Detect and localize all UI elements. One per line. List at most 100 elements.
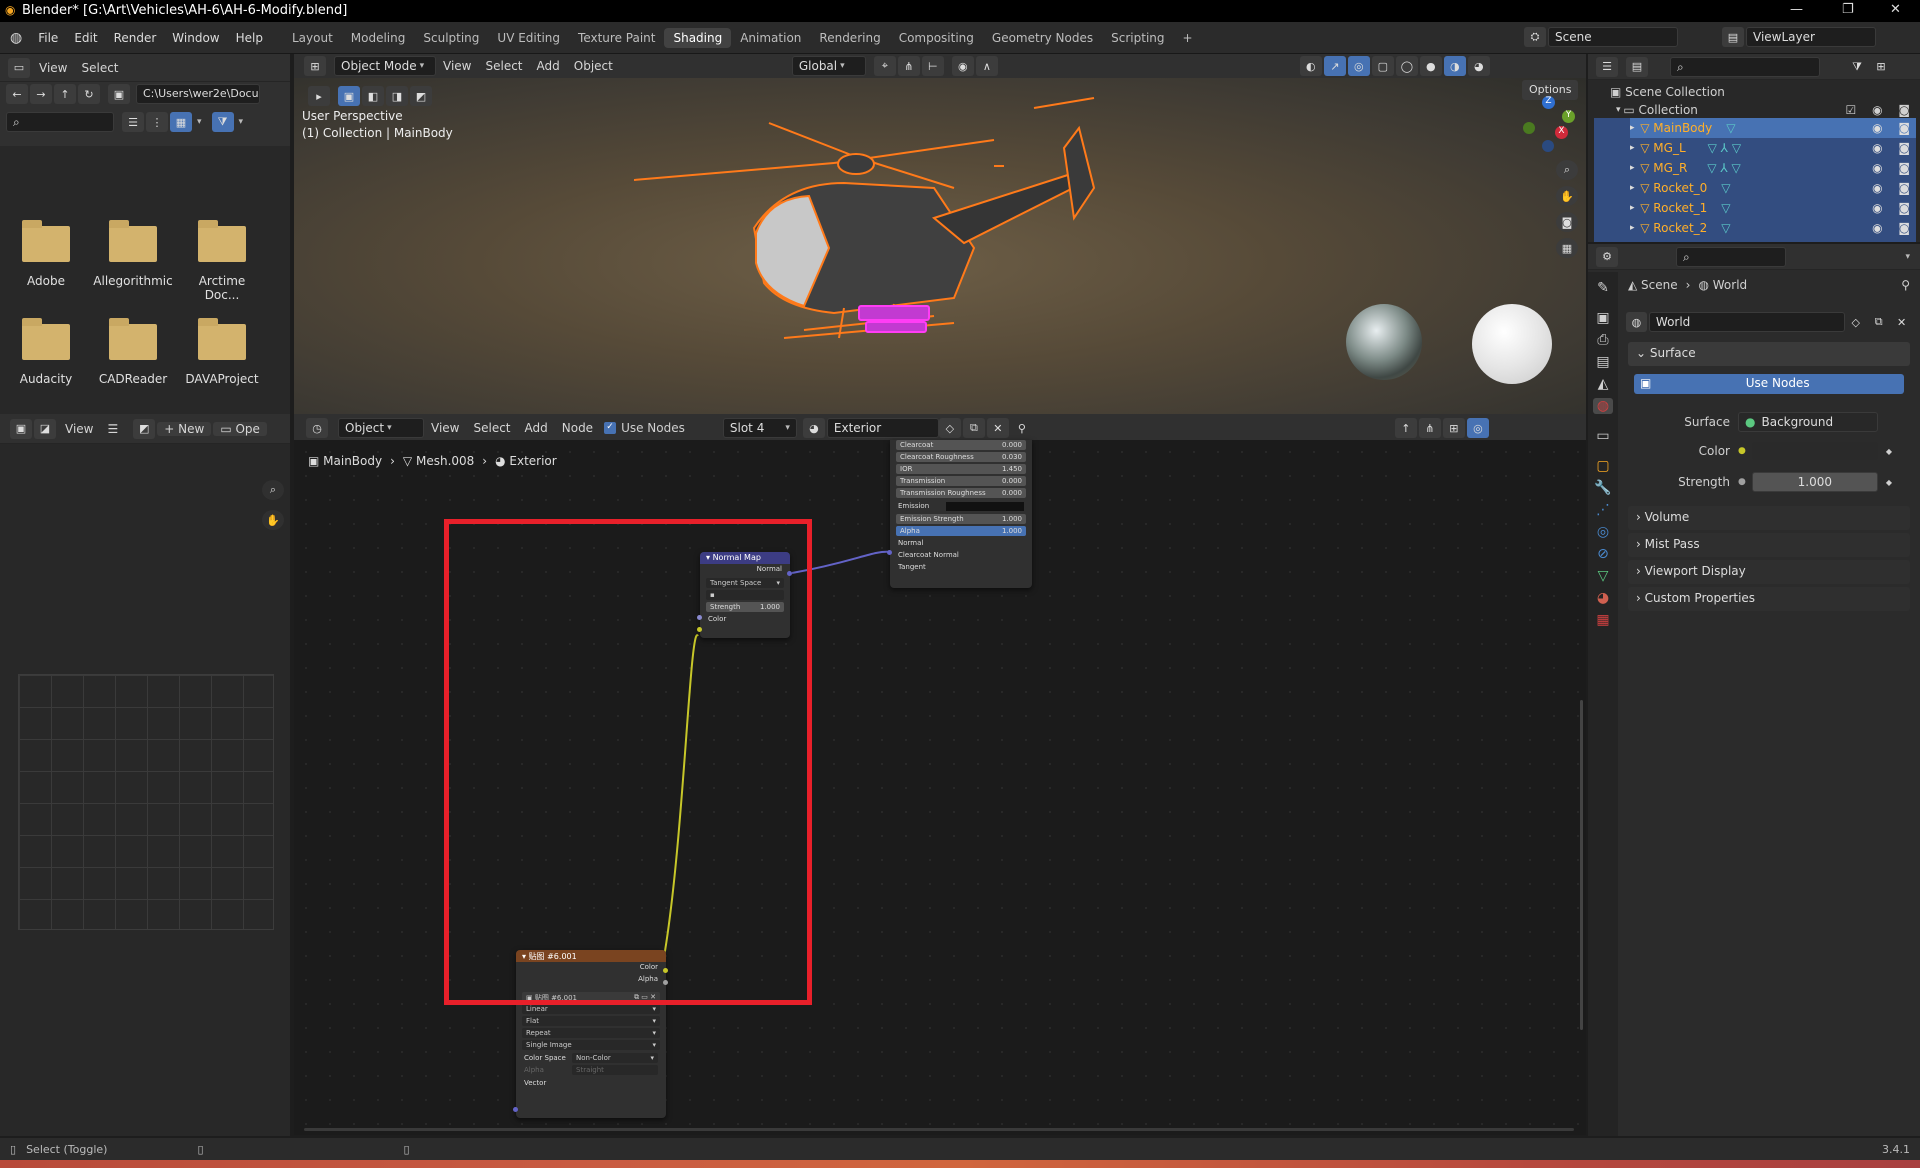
list-horizontal-icon[interactable]: ⋮ [146, 112, 168, 132]
folder-item[interactable]: Adobe [6, 220, 86, 288]
ie-menu-view[interactable]: View [58, 422, 100, 436]
expand-chevron-icon[interactable]: ▸ [1630, 223, 1640, 233]
minimize-button[interactable]: — [1790, 2, 1803, 17]
expand-chevron-icon[interactable]: ▸ [1630, 123, 1640, 133]
properties-options-chevron-icon[interactable]: ▾ [1905, 252, 1910, 262]
outliner-item-mainbody[interactable]: ▸ ▽ MainBody ▽ ◉ ◙ [1630, 118, 1916, 138]
viewport-display-panel-header[interactable]: › Viewport Display [1628, 560, 1910, 584]
ne-menu-select[interactable]: Select [466, 421, 517, 435]
tab-texture-paint[interactable]: Texture Paint [569, 28, 664, 48]
viewlayer-field[interactable]: ViewLayer [1746, 27, 1876, 47]
vp-menu-view[interactable]: View [436, 59, 478, 73]
bsdf-transmission-roughness-field[interactable]: Transmission Roughness 0.000 [896, 488, 1026, 498]
tab-animation[interactable]: Animation [731, 28, 810, 48]
scene-icon[interactable]: ⛭ [1524, 27, 1546, 47]
visibility-render-icon[interactable]: ◉ ◙ [1872, 141, 1916, 155]
tab-compositing[interactable]: Compositing [890, 28, 983, 48]
render-tab-icon[interactable]: ▣ [1596, 310, 1609, 326]
fake-user-icon[interactable]: ◇ [938, 418, 961, 438]
object-tab-icon[interactable]: ▢ [1596, 458, 1609, 474]
viewlayer-icon[interactable]: ▤ [1722, 27, 1744, 47]
image-editor-type-icon[interactable]: ▣ [10, 418, 32, 439]
image-mode-icon[interactable]: ◪ [34, 418, 56, 439]
blender-menu-icon[interactable]: ◍ [10, 30, 22, 46]
thumbnails-icon[interactable]: ▦ [170, 112, 192, 132]
falloff-icon[interactable]: ∧ [975, 56, 998, 76]
bsdf-emission-row[interactable]: Emission [890, 500, 1032, 512]
view-layer-tab-icon[interactable]: ▤ [1596, 354, 1609, 370]
custom-properties-panel-header[interactable]: › Custom Properties [1628, 587, 1910, 611]
menu-edit[interactable]: Edit [66, 31, 105, 45]
material-browse-icon[interactable]: ◕ [802, 418, 825, 438]
outliner-item-rocket-2[interactable]: ▸ ▽ Rocket_2 ▽ ◉ ◙ [1630, 218, 1916, 238]
vector-in-socket[interactable] [513, 1107, 518, 1112]
ie-zoom-icon[interactable]: ⌕ [262, 480, 284, 500]
proportional-edit-icon[interactable]: ◉ [951, 56, 974, 76]
source-dropdown[interactable]: Single Image ▾ [522, 1040, 660, 1050]
display-mode-icon[interactable]: ▤ [1626, 56, 1648, 77]
physics-tab-icon[interactable]: ◎ [1597, 524, 1609, 540]
folder-item[interactable]: Arctime Doc... [182, 220, 262, 302]
list-vertical-icon[interactable]: ☰ [122, 112, 144, 132]
snap-target-icon[interactable]: ⊢ [921, 56, 944, 76]
folder-item[interactable]: Allegorithmic [93, 220, 173, 288]
wireframe-shading-icon[interactable]: ◯ [1395, 56, 1418, 76]
expand-chevron-icon[interactable]: ▸ [1630, 143, 1640, 153]
constraints-tab-icon[interactable]: ⊘ [1597, 546, 1609, 562]
surface-shader-field[interactable]: ● Background [1738, 412, 1878, 432]
color-socket-icon[interactable]: ● [1738, 446, 1746, 456]
ne-menu-view[interactable]: View [424, 421, 466, 435]
world-browse-icon[interactable]: ◍ [1626, 312, 1647, 332]
visibility-render-icon[interactable]: ◉ ◙ [1872, 201, 1916, 215]
tab-layout[interactable]: Layout [283, 28, 342, 48]
unlink-material-icon[interactable]: ✕ [986, 418, 1009, 438]
xray-icon[interactable]: ▢ [1371, 56, 1394, 76]
refresh-icon[interactable]: ↻ [78, 84, 100, 104]
outliner-item-mg-r[interactable]: ▸ ▽ MG_R ▽ ⅄ ▽ ◉ ◙ [1630, 158, 1916, 178]
vp-menu-add[interactable]: Add [530, 59, 567, 73]
filter-icon[interactable]: ⧩ [211, 112, 234, 132]
node-editor-scrollbar[interactable] [1580, 700, 1583, 1030]
texture-tab-icon[interactable]: ▦ [1596, 612, 1609, 628]
projection-dropdown[interactable]: Flat ▾ [522, 1016, 660, 1026]
new-image-button[interactable]: + New [157, 421, 212, 436]
folder-item[interactable]: CADReader [93, 318, 173, 386]
world-strength-field[interactable]: 1.000 [1751, 472, 1878, 492]
scene-tab-icon[interactable]: ◭ [1598, 376, 1609, 392]
gizmo-x-axis[interactable]: X [1555, 126, 1568, 139]
use-nodes-toggle[interactable]: ✓ Use Nodes [604, 421, 685, 435]
fb-search-input[interactable]: ⌕ [6, 112, 114, 132]
uv-grid[interactable] [18, 674, 274, 930]
select-intersect-icon[interactable]: ◩ [410, 86, 432, 106]
snap-node-icon[interactable]: ⋔ [1418, 418, 1441, 438]
modifier-tab-icon[interactable]: 🔧 [1594, 480, 1611, 496]
bsdf-clearcoat-field[interactable]: Clearcoat 0.000 [896, 440, 1026, 450]
vp-menu-select[interactable]: Select [478, 59, 529, 73]
tab-geometry-nodes[interactable]: Geometry Nodes [983, 28, 1102, 48]
interpolation-dropdown[interactable]: Linear ▾ [522, 1004, 660, 1014]
add-workspace-button[interactable]: + [1174, 28, 1202, 48]
rendered-shading-icon[interactable]: ◕ [1467, 56, 1490, 76]
fb-menu-view[interactable]: View [32, 61, 74, 75]
parent-dir-icon[interactable]: ↑ [54, 84, 76, 104]
gizmo-y-axis[interactable]: Y [1562, 110, 1575, 123]
duplicate-material-icon[interactable]: ⧉ [962, 418, 985, 438]
pin-icon[interactable]: ⚲ [1901, 278, 1910, 292]
node-overlay-icon[interactable]: ◎ [1466, 418, 1489, 438]
tab-rendering[interactable]: Rendering [810, 28, 889, 48]
expand-chevron-icon[interactable]: ▸ [1630, 183, 1640, 193]
orientation-dropdown[interactable]: Global ▾ [791, 56, 866, 76]
solid-shading-icon[interactable]: ● [1419, 56, 1442, 76]
mist-pass-panel-header[interactable]: › Mist Pass [1628, 533, 1910, 557]
new-collection-icon[interactable]: ⊞ [1870, 57, 1892, 77]
parent-node-tree-icon[interactable]: ↑ [1394, 418, 1417, 438]
menu-window[interactable]: Window [164, 31, 227, 45]
ne-menu-node[interactable]: Node [555, 421, 600, 435]
zoom-icon[interactable]: ⌕ [1556, 160, 1578, 180]
material-shading-icon[interactable]: ◑ [1443, 56, 1466, 76]
tool-tab-icon[interactable]: ✎ [1597, 280, 1609, 296]
new-folder-icon[interactable]: ▣ [108, 84, 130, 104]
fake-user-icon[interactable]: ◇ [1845, 312, 1866, 332]
fb-menu-select[interactable]: Select [74, 61, 125, 75]
principled-bsdf-node[interactable]: Clearcoat 0.000 Clearcoat Roughness 0.030 … [887, 440, 1032, 588]
